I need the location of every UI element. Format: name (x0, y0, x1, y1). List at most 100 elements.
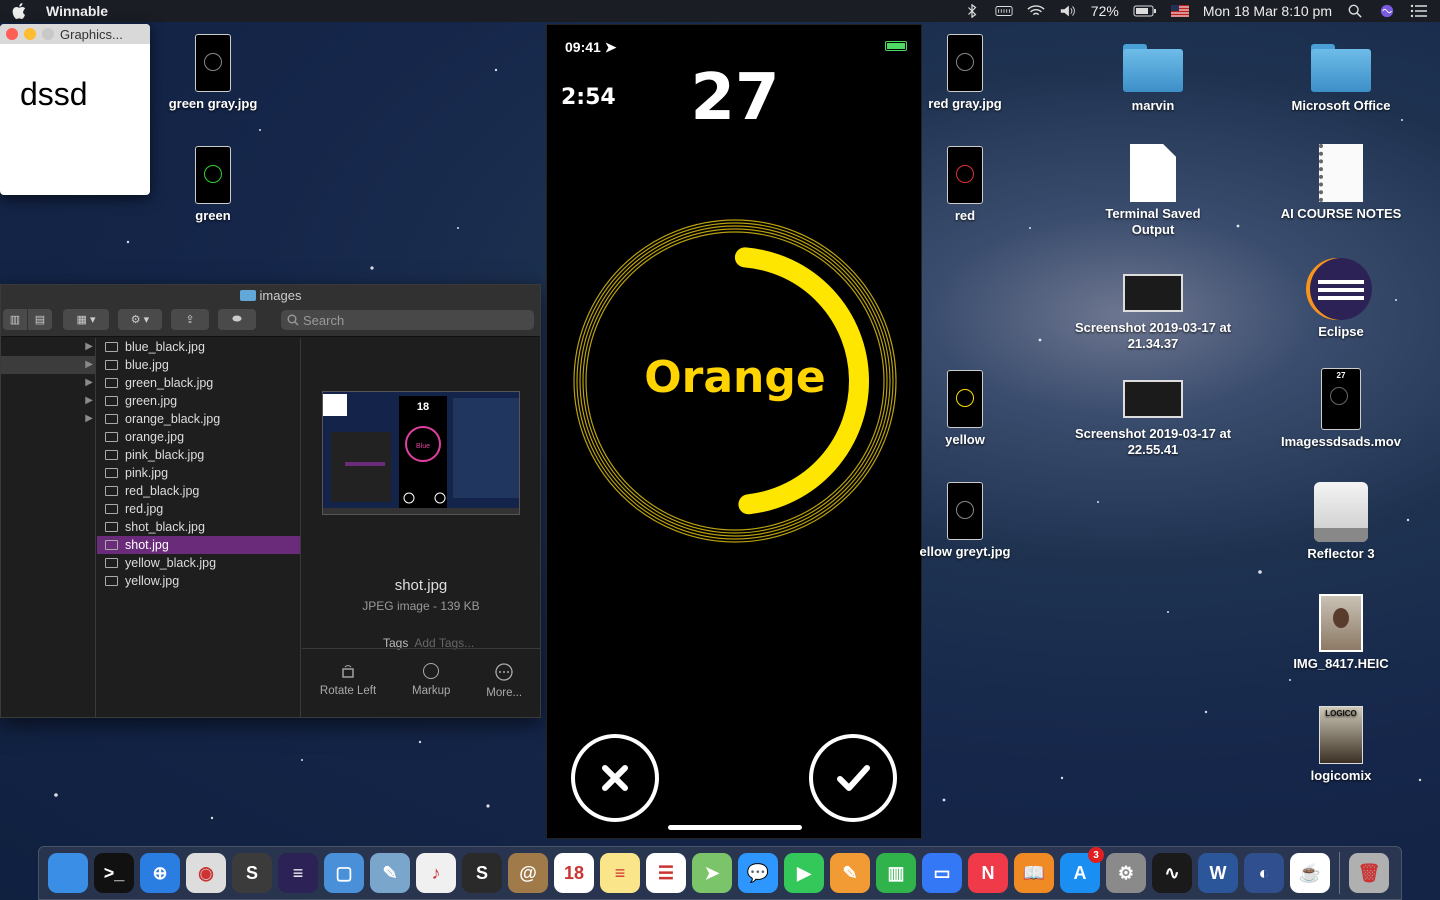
zoom-button[interactable] (42, 28, 54, 40)
desktop-icon-screenshot[interactable]: Screenshot 2019-03-17 at 21.34.37 (1070, 264, 1236, 352)
rotate-left-button[interactable]: Rotate Left (320, 663, 376, 718)
file-list-item[interactable]: shot_black.jpg (97, 518, 300, 536)
file-list-item[interactable]: red.jpg (97, 500, 300, 518)
file-list-item[interactable]: pink.jpg (97, 464, 300, 482)
pages-icon[interactable]: ✎ (830, 853, 870, 893)
desktop-icon-marvin-folder[interactable]: marvin (1088, 36, 1218, 114)
trash-icon[interactable]: 🗑 (1349, 853, 1389, 893)
eclipse-icon[interactable]: ≡ (278, 853, 318, 893)
terminal-icon[interactable]: >_ (94, 853, 134, 893)
desktop-icon-screenshot[interactable]: Screenshot 2019-03-17 at 22.55.41 (1070, 370, 1236, 458)
desktop-icon-image[interactable]: red (900, 146, 1030, 224)
file-list-item[interactable]: red_black.jpg (97, 482, 300, 500)
news-icon[interactable]: N (968, 853, 1008, 893)
home-indicator[interactable] (668, 825, 802, 830)
image-file-icon (195, 34, 231, 92)
file-list-item[interactable]: blue.jpg (97, 356, 300, 374)
siri-icon[interactable] (1378, 4, 1396, 18)
wrong-button[interactable] (571, 734, 659, 822)
parent-row[interactable]: ▶ (1, 410, 95, 428)
scrivener-icon[interactable]: S (462, 853, 502, 893)
java-icon[interactable]: ☕ (1290, 853, 1330, 893)
parent-column[interactable]: ▶ ▶ ▶ ▶ ▶ (1, 338, 96, 717)
battery-icon[interactable] (1133, 4, 1157, 18)
finder-icon[interactable] (48, 853, 88, 893)
parent-row[interactable]: ▶ (1, 392, 95, 410)
safari-icon[interactable]: ⊕ (140, 853, 180, 893)
file-list-item[interactable]: green_black.jpg (97, 374, 300, 392)
folder-icon (239, 290, 256, 301)
messages-icon[interactable]: 💬 (738, 853, 778, 893)
desktop-icon-office-folder[interactable]: Microsoft Office (1276, 36, 1406, 114)
correct-button[interactable] (809, 734, 897, 822)
tags-button[interactable]: ⬬ (218, 309, 256, 330)
file-list-item[interactable]: yellow_black.jpg (97, 554, 300, 572)
system-preferences-icon[interactable]: ⚙ (1106, 853, 1146, 893)
parent-row[interactable]: ▶ (1, 356, 95, 374)
keynote-icon[interactable]: ▭ (922, 853, 962, 893)
bluetooth-icon[interactable] (963, 4, 981, 18)
simulator-icon[interactable]: ▢ (324, 853, 364, 893)
word-icon[interactable]: W (1198, 853, 1238, 893)
file-list-item[interactable]: shot.jpg (97, 536, 300, 554)
notes-icon[interactable]: ≡ (600, 853, 640, 893)
calendar-icon[interactable]: 18 (554, 853, 594, 893)
chrome-icon[interactable]: ◉ (186, 853, 226, 893)
itunes-icon[interactable]: ♪ (416, 853, 456, 893)
desktop-icon-movie[interactable]: 27 Imagessdsads.mov (1276, 368, 1406, 450)
close-button[interactable] (6, 28, 18, 40)
parent-row[interactable]: ▶ (1, 374, 95, 392)
desktop-icon-reflector[interactable]: Reflector 3 (1276, 482, 1406, 562)
sublime-icon[interactable]: S (232, 853, 272, 893)
desktop-icon-image[interactable]: green gray.jpg (148, 34, 278, 112)
spotlight-search-icon[interactable] (1346, 4, 1364, 18)
camino-icon[interactable]: ◐ (1244, 853, 1284, 893)
parent-row[interactable]: ▶ (1, 338, 95, 356)
preview-thumbnail[interactable]: Blue 18 (322, 391, 520, 515)
wifi-icon[interactable] (1027, 4, 1045, 18)
more-button[interactable]: More... (486, 663, 522, 718)
preview-icon[interactable]: ✎ (370, 853, 410, 893)
us-flag-icon[interactable] (1170, 4, 1189, 18)
file-list-item[interactable]: orange_black.jpg (97, 410, 300, 428)
file-list-item[interactable]: blue_black.jpg (97, 338, 300, 356)
file-list-item[interactable]: green.jpg (97, 392, 300, 410)
graphics-window-titlebar[interactable]: Graphics... (0, 24, 150, 44)
contacts-icon[interactable]: @ (508, 853, 548, 893)
keyboard-icon[interactable] (995, 4, 1013, 18)
reminders-icon[interactable]: ☰ (646, 853, 686, 893)
apple-menu-icon[interactable] (12, 2, 28, 20)
group-by-button[interactable]: ▦ ▾ (63, 309, 109, 330)
desktop-icon-ai-notes[interactable]: AI COURSE NOTES (1276, 144, 1406, 222)
books-icon[interactable]: 📖 (1014, 853, 1054, 893)
numbers-icon[interactable]: ▥ (876, 853, 916, 893)
active-app-name[interactable]: Winnable (46, 3, 108, 19)
desktop-icon-logicomix[interactable]: LOGICO logicomix (1276, 706, 1406, 784)
desktop-icon-image[interactable]: yellow (900, 370, 1030, 448)
file-list-item[interactable]: orange.jpg (97, 428, 300, 446)
action-gear-button[interactable]: ⚙ ▾ (118, 309, 162, 330)
activity-monitor-icon[interactable]: ∿ (1152, 853, 1192, 893)
file-list-item[interactable]: yellow.jpg (97, 572, 300, 590)
desktop-icon-eclipse[interactable]: Eclipse (1276, 258, 1406, 340)
menu-clock[interactable]: Mon 18 Mar 8:10 pm (1203, 3, 1332, 19)
desktop-icon-photo[interactable]: IMG_8417.HEIC (1276, 594, 1406, 672)
desktop-icon-image[interactable]: green (148, 146, 278, 224)
desktop-icon-terminal-output[interactable]: Terminal Saved Output (1088, 144, 1218, 238)
maps-icon[interactable]: ➤ (692, 853, 732, 893)
markup-button[interactable]: Markup (412, 663, 450, 718)
volume-icon[interactable] (1059, 4, 1077, 18)
battery-percent[interactable]: 72% (1091, 3, 1119, 19)
file-name: red_black.jpg (125, 484, 200, 498)
column-view-button[interactable]: ▥ (3, 309, 27, 330)
desktop-icon-image[interactable]: ellow greyt.jpg (900, 482, 1030, 560)
notification-center-icon[interactable] (1410, 4, 1428, 18)
search-field[interactable]: Search (281, 310, 534, 330)
minimize-button[interactable] (24, 28, 36, 40)
gallery-view-button[interactable]: ▤ (28, 309, 52, 330)
desktop-icon-image[interactable]: red gray.jpg (900, 34, 1030, 112)
file-list-item[interactable]: pink_black.jpg (97, 446, 300, 464)
share-button[interactable]: ⇪ (171, 309, 209, 330)
appstore-icon[interactable]: A3 (1060, 847, 1104, 893)
facetime-icon[interactable]: ▶ (784, 853, 824, 893)
